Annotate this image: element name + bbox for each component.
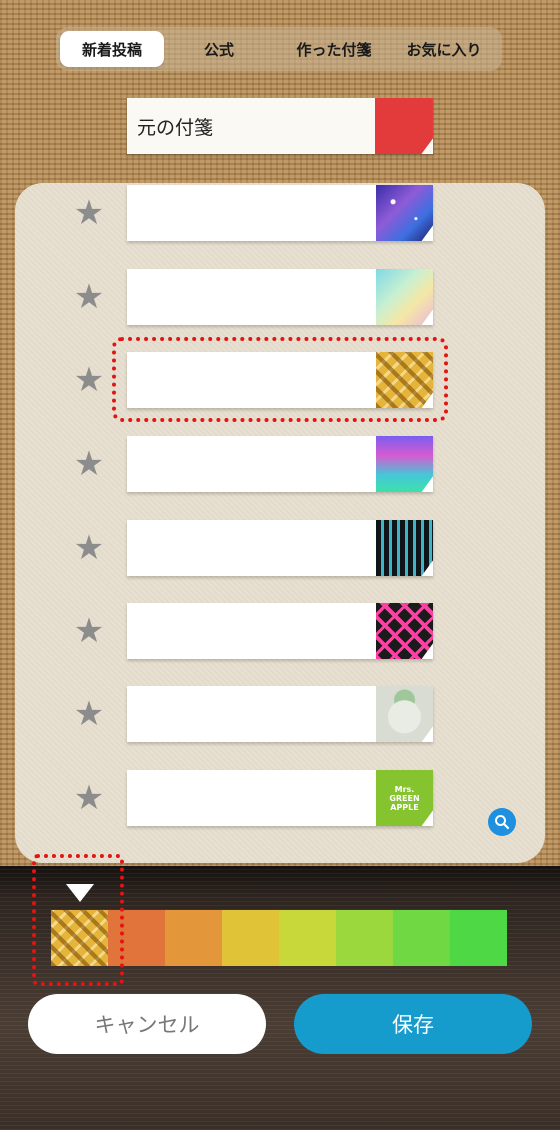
sticky-row[interactable]: ★ Mrs. GREEN APPLE <box>15 770 545 826</box>
star-icon[interactable]: ★ <box>73 781 105 815</box>
star-icon[interactable]: ★ <box>73 363 105 397</box>
pink-plaid-icon <box>376 603 433 659</box>
sticky-row-selected[interactable]: ★ <box>15 352 545 408</box>
star-icon[interactable]: ★ <box>73 697 105 731</box>
sticky-note[interactable] <box>127 352 433 408</box>
sticky-note[interactable] <box>127 185 433 241</box>
palette-chip[interactable] <box>279 910 336 966</box>
sticky-note[interactable]: Mrs. GREEN APPLE <box>127 770 433 826</box>
save-button[interactable]: 保存 <box>294 994 532 1054</box>
green-apple-icon: Mrs. GREEN APPLE <box>376 770 433 826</box>
sticky-note[interactable] <box>127 269 433 325</box>
tab-created-stickies[interactable]: 作った付箋 <box>274 31 394 67</box>
search-zoom-button[interactable] <box>488 808 516 836</box>
sticky-note[interactable] <box>127 520 433 576</box>
original-sticky-label: 元の付箋 <box>137 116 214 139</box>
original-sticky: 元の付箋 <box>127 98 433 154</box>
purple-teal-gradient-icon <box>376 436 433 492</box>
sticky-row[interactable]: ★ <box>15 185 545 241</box>
star-icon[interactable]: ★ <box>73 196 105 230</box>
black-teal-stripes-icon <box>376 520 433 576</box>
sticky-row[interactable]: ★ <box>15 269 545 325</box>
palette-chip[interactable] <box>222 910 279 966</box>
sticky-row[interactable]: ★ <box>15 686 545 742</box>
tab-bar: 新着投稿 公式 作った付箋 お気に入り <box>56 27 502 71</box>
sticky-row[interactable]: ★ <box>15 436 545 492</box>
palette-chip[interactable] <box>165 910 222 966</box>
galaxy-icon <box>376 185 433 241</box>
palette-chip-selected[interactable] <box>51 910 108 966</box>
palette-chip[interactable] <box>336 910 393 966</box>
red-swatch-icon <box>375 98 433 154</box>
search-icon <box>495 815 510 830</box>
palette-chip[interactable] <box>108 910 165 966</box>
color-palette <box>51 910 507 966</box>
cancel-button[interactable]: キャンセル <box>28 994 266 1054</box>
sticky-list-panel: ★ ★ ★ ★ ★ ★ ★ ★ Mrs. GREEN APPLE <box>15 183 545 863</box>
palette-chip[interactable] <box>450 910 507 966</box>
sticky-note[interactable] <box>127 436 433 492</box>
selected-color-pointer-icon <box>66 884 94 902</box>
star-icon[interactable]: ★ <box>73 447 105 481</box>
sticky-row[interactable]: ★ <box>15 520 545 576</box>
star-icon[interactable]: ★ <box>73 280 105 314</box>
star-icon[interactable]: ★ <box>73 531 105 565</box>
character-icon <box>376 686 433 742</box>
tab-new-posts[interactable]: 新着投稿 <box>60 31 164 67</box>
sticky-row[interactable]: ★ <box>15 603 545 659</box>
gold-plaid-icon <box>376 352 433 408</box>
tab-official[interactable]: 公式 <box>164 31 274 67</box>
tab-favorites[interactable]: お気に入り <box>394 31 494 67</box>
palette-chip[interactable] <box>393 910 450 966</box>
pastel-watercolor-icon <box>376 269 433 325</box>
star-icon[interactable]: ★ <box>73 614 105 648</box>
green-apple-logo-text: Mrs. GREEN APPLE <box>389 784 420 812</box>
sticky-note[interactable] <box>127 686 433 742</box>
sticky-note[interactable] <box>127 603 433 659</box>
